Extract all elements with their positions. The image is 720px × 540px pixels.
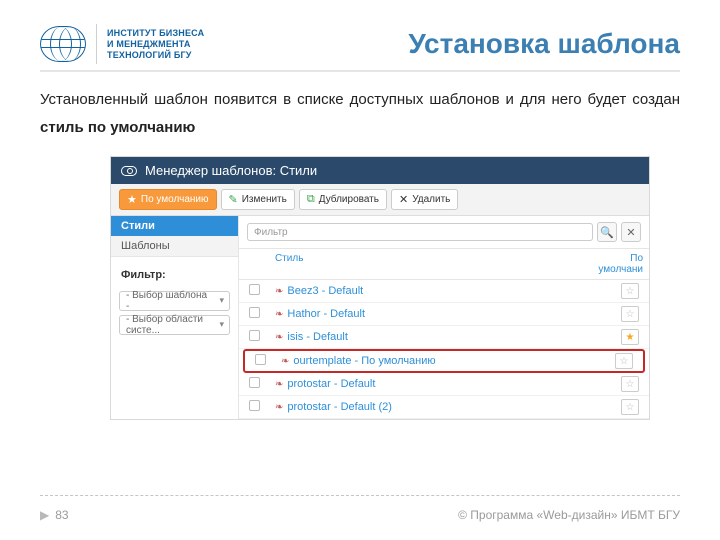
row-checkbox[interactable] [249, 330, 260, 341]
slide-title: Установка шаблона [408, 28, 680, 60]
eye-icon [121, 166, 137, 176]
style-name[interactable]: protostar - Default [287, 378, 375, 390]
edit-button[interactable]: ✎Изменить [221, 189, 295, 210]
leaf-icon: ❧ [275, 332, 283, 343]
org-logo-block: ИНСТИТУТ БИЗНЕСА И МЕНЕДЖМЕНТА ТЕХНОЛОГИ… [40, 24, 204, 64]
table-row[interactable]: ❧ protostar - Default ☆ [239, 373, 649, 396]
style-name[interactable]: Hathor - Default [287, 308, 365, 320]
leaf-icon: ❧ [275, 309, 283, 320]
window-titlebar: Менеджер шаблонов: Стили [111, 157, 649, 184]
filter-input[interactable]: Фильтр [247, 223, 593, 241]
delete-button[interactable]: ✕Удалить [391, 189, 458, 210]
table-header: Стиль По умолчани [239, 249, 649, 280]
duplicate-button[interactable]: ⧉Дублировать [299, 189, 387, 210]
slide-header: ИНСТИТУТ БИЗНЕСА И МЕНЕДЖМЕНТА ТЕХНОЛОГИ… [40, 24, 680, 64]
table-body: ❧ Beez3 - Default ☆ ❧ Hathor - Default ☆ ❧ isis… [239, 280, 649, 419]
lead-text: Установленный шаблон появится в списке д… [40, 91, 680, 108]
footer-divider [40, 495, 680, 496]
lead-bold: стиль по умолчанию [40, 119, 195, 136]
style-name[interactable]: protostar - Default (2) [287, 401, 392, 413]
col-style[interactable]: Стиль [269, 249, 579, 279]
leaf-icon: ❧ [275, 379, 283, 390]
row-checkbox[interactable] [255, 354, 266, 365]
globe-icon [40, 26, 86, 62]
row-checkbox[interactable] [249, 284, 260, 295]
lead-paragraph: Установленный шаблон появится в списке д… [40, 86, 680, 142]
filter-heading: Фильтр: [111, 257, 238, 287]
default-star[interactable]: ☆ [621, 306, 639, 322]
row-checkbox[interactable] [249, 377, 260, 388]
default-star[interactable]: ☆ [621, 399, 639, 415]
org-line3: ТЕХНОЛОГИЙ БГУ [107, 50, 204, 61]
default-star[interactable]: ★ [621, 329, 639, 345]
tab-styles[interactable]: Стили [111, 216, 238, 236]
row-checkbox[interactable] [249, 307, 260, 318]
copyright: © Программа «Web-дизайн» ИБМТ БГУ [458, 508, 680, 522]
col-default[interactable]: По умолчани [579, 249, 649, 279]
tab-templates[interactable]: Шаблоны [111, 236, 238, 257]
row-checkbox[interactable] [249, 400, 260, 411]
select-template[interactable]: - Выбор шаблона - [119, 291, 230, 311]
org-line2: И МЕНЕДЖМЕНТА [107, 39, 204, 50]
default-star[interactable]: ☆ [621, 376, 639, 392]
default-star[interactable]: ☆ [621, 283, 639, 299]
style-name[interactable]: Beez3 - Default [287, 285, 363, 297]
table-row[interactable]: ❧ isis - Default ★ [239, 326, 649, 349]
org-line1: ИНСТИТУТ БИЗНЕСА [107, 28, 204, 39]
window-title: Менеджер шаблонов: Стили [145, 163, 317, 178]
table-row[interactable]: ❧ Beez3 - Default ☆ [239, 280, 649, 303]
leaf-icon: ❧ [275, 286, 283, 297]
style-name[interactable]: isis - Default [287, 331, 348, 343]
slide-footer: ▶83 © Программа «Web-дизайн» ИБМТ БГУ [40, 508, 680, 522]
window-toolbar: ★По умолчанию ✎Изменить ⧉Дублировать ✕Уд… [111, 184, 649, 216]
screenshot-window: Менеджер шаблонов: Стили ★По умолчанию ✎… [110, 156, 650, 420]
table-row[interactable]: ❧ protostar - Default (2) ☆ [239, 396, 649, 419]
clear-icon[interactable]: ✕ [621, 222, 641, 242]
select-area[interactable]: - Выбор области систе... [119, 315, 230, 335]
default-star[interactable]: ☆ [615, 353, 633, 369]
default-button[interactable]: ★По умолчанию [119, 189, 217, 210]
filter-bar: Фильтр 🔍 ✕ [239, 216, 649, 249]
search-icon[interactable]: 🔍 [597, 222, 617, 242]
table-row[interactable]: ❧ ourtemplate - По умолчанию ☆ [243, 349, 645, 373]
leaf-icon: ❧ [275, 402, 283, 413]
divider [40, 70, 680, 72]
sidebar: Стили Шаблоны Фильтр: - Выбор шаблона - … [111, 216, 239, 419]
table-row[interactable]: ❧ Hathor - Default ☆ [239, 303, 649, 326]
leaf-icon: ❧ [281, 356, 289, 367]
style-name[interactable]: ourtemplate - По умолчанию [293, 355, 435, 367]
page-number: 83 [55, 508, 68, 522]
